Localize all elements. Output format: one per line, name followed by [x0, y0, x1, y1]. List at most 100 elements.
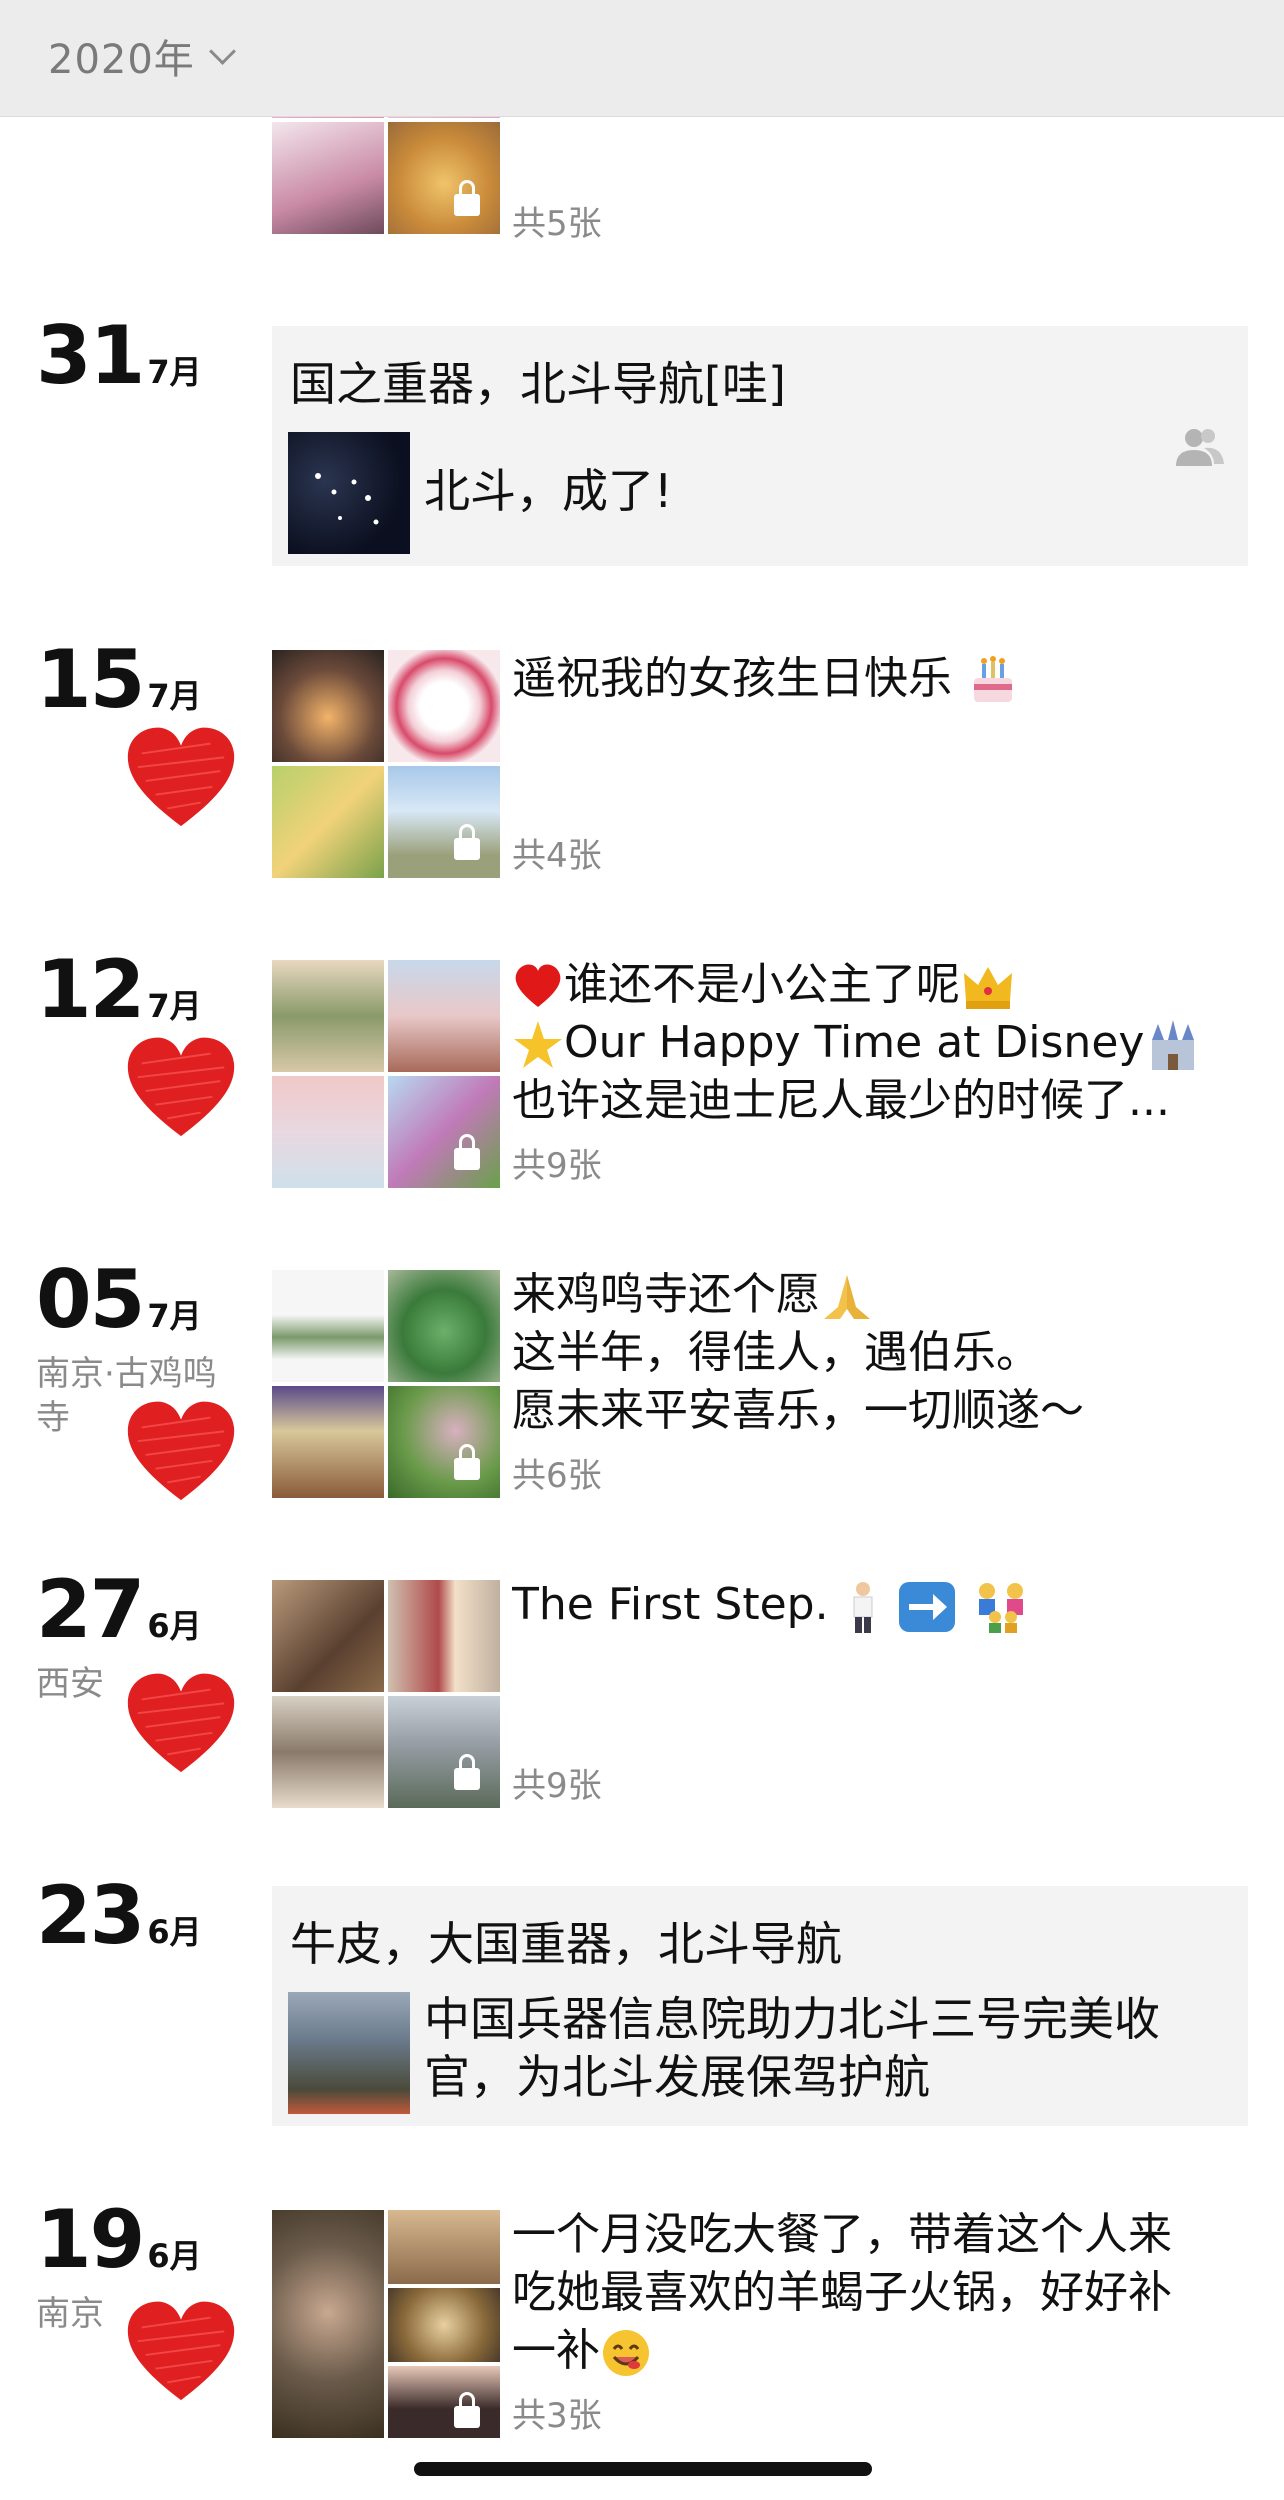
photo-thumb[interactable]: [388, 960, 500, 1072]
photo-thumb[interactable]: [272, 1696, 384, 1808]
people-icon: [1176, 429, 1224, 466]
heart-icon: [127, 2301, 235, 2401]
post-text: 来鸡鸣寺还个愿 这半年，得佳人，遇伯乐。 愿未来平安喜乐，一切顺遂～: [512, 1266, 1252, 1440]
star-icon: [514, 1021, 562, 1068]
date-month: 7月: [147, 987, 202, 1025]
photo-grid[interactable]: [272, 1580, 500, 1808]
lock-icon: [454, 1444, 480, 1480]
date-day: 23: [36, 1869, 145, 1962]
post-date: 31 7月: [36, 316, 202, 396]
photo-thumb[interactable]: [272, 650, 384, 762]
share-title: 国之重器，北斗导航[哇]: [290, 357, 786, 411]
post-text-line: 谁还不是小公主了呢: [512, 956, 1252, 1014]
photo-count: 共9张: [512, 1146, 602, 1186]
date-day: 31: [36, 309, 145, 402]
top-bar: 2020年: [0, 0, 1284, 117]
share-text-line: 中国兵器信息院助力北斗三号完美收: [424, 1992, 1160, 2046]
post-date: 15 7月: [36, 640, 202, 720]
post-text-line: The First Step.: [512, 1579, 829, 1630]
heart-icon: [127, 727, 235, 827]
photo-thumb[interactable]: [388, 2288, 500, 2362]
post-text: 一个月没吃大餐了，带着这个人来 吃她最喜欢的羊蝎子火锅，好好补 一补: [512, 2206, 1252, 2380]
photo-thumb[interactable]: [388, 122, 500, 234]
chevron-down-icon: [208, 37, 236, 65]
photo-thumb[interactable]: [272, 1580, 384, 1692]
date-month: 6月: [147, 1913, 202, 1951]
share-text-line: 官，为北斗发展保驾护航: [424, 2050, 930, 2104]
date-day: 19: [36, 2193, 145, 2286]
photo-thumb[interactable]: [272, 1270, 384, 1382]
post-text: 谁还不是小公主了呢 Our Happy Time at Disney 也许这是迪…: [512, 956, 1252, 1130]
family-icon: [978, 1583, 1023, 1633]
photo-count: 共6张: [512, 1456, 602, 1496]
post-text-line: 来鸡鸣寺还个愿: [512, 1266, 1252, 1324]
post-text: The First Step.: [512, 1576, 1252, 1635]
date-month: 7月: [147, 353, 202, 391]
photo-grid[interactable]: [272, 650, 500, 878]
date-day: 15: [36, 633, 145, 726]
photo-thumb[interactable]: [272, 960, 384, 1072]
photo-thumb[interactable]: [388, 1696, 500, 1808]
post-text-line: 一个月没吃大餐了，带着这个人来: [512, 2209, 1172, 2260]
photo-thumb[interactable]: [272, 1076, 384, 1188]
lock-icon: [454, 2392, 480, 2428]
photo-count: 共5张: [512, 204, 602, 244]
right-arrow-icon: [898, 1582, 955, 1632]
photo-thumb[interactable]: [388, 1580, 500, 1692]
photo-thumb[interactable]: [388, 1386, 500, 1498]
photo-thumb[interactable]: [272, 766, 384, 878]
lock-icon: [454, 1754, 480, 1790]
post-text-line: 来鸡鸣寺还个愿: [512, 1269, 820, 1320]
post-text-line: 这半年，得佳人，遇伯乐。: [512, 1327, 1040, 1378]
post-date: 23 6月: [36, 1876, 202, 1956]
photo-thumb[interactable]: [388, 1270, 500, 1382]
share-text: 北斗，成了!: [424, 464, 673, 518]
post-date: 12 7月: [36, 950, 202, 1030]
date-day: 05: [36, 1253, 145, 1346]
share-thumbnail: [288, 1992, 410, 2114]
photo-thumb[interactable]: [388, 2366, 500, 2438]
red-heart-icon: [515, 964, 561, 1007]
heart-icon: [127, 1037, 235, 1137]
photo-grid[interactable]: [272, 1270, 500, 1498]
post-text-line: 一补: [512, 2325, 600, 2376]
photo-grid[interactable]: [272, 2210, 500, 2438]
year-selector[interactable]: 2020年: [48, 26, 236, 86]
photo-thumb[interactable]: [272, 2210, 384, 2438]
shared-link-card[interactable]: 国之重器，北斗导航[哇] 北斗，成了!: [272, 326, 1248, 566]
post-date: 27 6月: [36, 1570, 202, 1650]
heart-icon: [127, 1673, 235, 1773]
post-text-line: 吃她最喜欢的羊蝎子火锅，好好补: [512, 2267, 1172, 2318]
photo-thumb[interactable]: [272, 122, 384, 234]
date-day: 12: [36, 943, 145, 1036]
cake-icon: [974, 656, 1012, 702]
post-text-line: 也许这是迪士尼人最少的时候了...: [512, 1075, 1170, 1126]
post-text-line: Our Happy Time at Disney: [564, 1017, 1145, 1068]
share-text: 中国兵器信息院助力北斗三号完美收 官，为北斗发展保驾护航: [424, 1990, 1160, 2106]
shared-link-card[interactable]: 牛皮，大国重器，北斗导航 中国兵器信息院助力北斗三号完美收 官，为北斗发展保驾护…: [272, 1886, 1248, 2126]
lock-icon: [454, 180, 480, 216]
date-month: 6月: [147, 2237, 202, 2275]
photo-thumb[interactable]: [388, 766, 500, 878]
post-text: 遥祝我的女孩生日快乐: [512, 650, 1252, 708]
heart-icon: [127, 1401, 235, 1501]
photo-grid[interactable]: [272, 960, 500, 1188]
crown-icon: [964, 967, 1012, 1009]
date-month: 7月: [147, 677, 202, 715]
lock-icon: [454, 1134, 480, 1170]
photo-thumb[interactable]: [272, 1386, 384, 1498]
date-month: 6月: [147, 1607, 202, 1645]
pray-icon: [824, 1275, 870, 1319]
date-day: 27: [36, 1563, 145, 1656]
post-text-line: Our Happy Time at Disney: [512, 1014, 1252, 1072]
photo-count: 共4张: [512, 836, 602, 876]
post-text-line: 一补: [512, 2322, 1252, 2380]
lock-icon: [454, 824, 480, 860]
post-text-line: 愿未来平安喜乐，一切顺遂～: [512, 1385, 1084, 1436]
year-label: 2020年: [48, 37, 195, 83]
photo-thumb[interactable]: [388, 650, 500, 762]
photo-thumb[interactable]: [388, 1076, 500, 1188]
post-date: 05 7月: [36, 1260, 202, 1340]
home-indicator[interactable]: [414, 2462, 872, 2476]
photo-thumb[interactable]: [388, 2210, 500, 2284]
